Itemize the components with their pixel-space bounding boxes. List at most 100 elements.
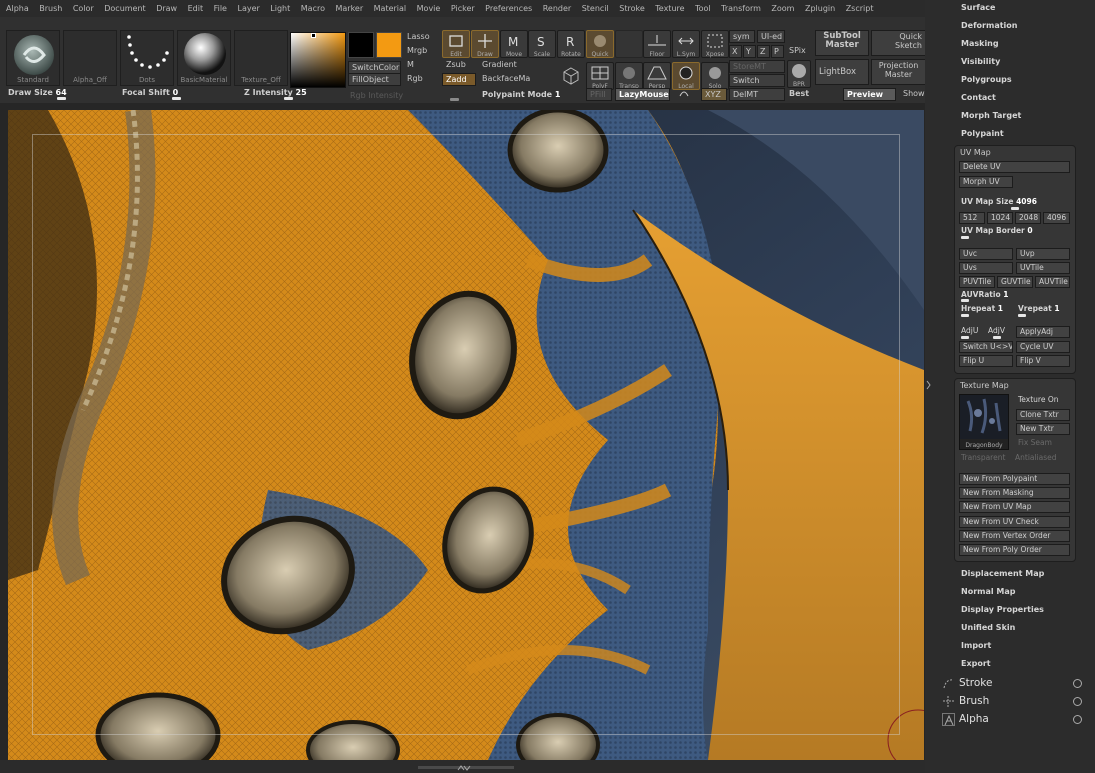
brush-palette-reset-icon[interactable]: [1073, 697, 1082, 706]
edit-mode-button[interactable]: Edit: [442, 30, 470, 58]
z-intensity-slider[interactable]: Z Intensity 25: [244, 88, 307, 97]
hrepeat-knob[interactable]: [961, 314, 969, 317]
flip-v-button[interactable]: Flip V: [1016, 355, 1070, 367]
delete-uv-button[interactable]: Delete UV: [959, 161, 1070, 173]
alpha-palette-title[interactable]: Alpha: [959, 713, 989, 725]
puvtile-button[interactable]: PUVTile: [959, 276, 995, 288]
menu-edit[interactable]: Edit: [188, 4, 204, 13]
new-txtr-button[interactable]: New Txtr: [1016, 423, 1070, 435]
quick-sketch-button[interactable]: Quick Sketch: [871, 30, 926, 56]
menu-light[interactable]: Light: [270, 4, 290, 13]
perspective-button[interactable]: Persp: [643, 62, 671, 90]
show-button[interactable]: Show: [903, 89, 925, 98]
projection-master-button[interactable]: Projection Master: [871, 59, 926, 85]
size-4096-button[interactable]: 4096: [1043, 212, 1070, 224]
menu-zscript[interactable]: Zscript: [846, 4, 874, 13]
draw-size-slider[interactable]: Draw Size 64: [8, 88, 67, 97]
polypaint-mode-slider[interactable]: Polypaint Mode 1: [482, 90, 560, 99]
flip-u-button[interactable]: Flip U: [959, 355, 1013, 367]
uv-map-size-knob[interactable]: [1011, 207, 1019, 210]
stroke-palette-reset-icon[interactable]: [1073, 679, 1082, 688]
polypaint-section[interactable]: Polypaint: [961, 129, 1004, 138]
spix-slider[interactable]: SPix: [789, 46, 806, 55]
normal-map-section[interactable]: Normal Map: [961, 587, 1015, 596]
pfill-button[interactable]: PFill: [586, 88, 612, 101]
menu-material[interactable]: Material: [374, 4, 407, 13]
z-intensity-knob[interactable]: [284, 97, 293, 100]
uv-map-border-slider[interactable]: UV Map Border 0: [961, 226, 1033, 235]
lightbox-button[interactable]: LightBox: [815, 59, 869, 85]
clone-txtr-button[interactable]: Clone Txtr: [1016, 409, 1070, 421]
auvratio-slider[interactable]: AUVRatio 1: [961, 290, 1008, 299]
new-from-vertex-order-button[interactable]: New From Vertex Order: [959, 530, 1070, 542]
vrepeat-slider[interactable]: Vrepeat 1: [1018, 304, 1060, 313]
masking-section[interactable]: Masking: [961, 39, 999, 48]
menu-preferences[interactable]: Preferences: [485, 4, 532, 13]
best-button[interactable]: Best: [789, 89, 809, 98]
gradient-button[interactable]: Gradient: [482, 60, 517, 69]
apply-adj-button[interactable]: ApplyAdj: [1016, 326, 1070, 338]
switch-uv-button[interactable]: Switch U<>V: [959, 341, 1013, 353]
tray-collapse-arrow-icon[interactable]: [925, 378, 932, 392]
menu-draw[interactable]: Draw: [156, 4, 177, 13]
rgb-intensity-knob[interactable]: [450, 98, 459, 101]
menu-brush[interactable]: Brush: [39, 4, 62, 13]
menu-zoom[interactable]: Zoom: [771, 4, 794, 13]
texture-thumbnail[interactable]: Texture_Off: [234, 30, 288, 86]
p-axis-button[interactable]: P: [771, 45, 784, 58]
ui-ed-button[interactable]: UI-ed: [757, 30, 785, 43]
menu-tool[interactable]: Tool: [695, 4, 711, 13]
adju-knob[interactable]: [961, 336, 969, 339]
uv-map-size-slider[interactable]: UV Map Size 4096: [961, 197, 1037, 206]
uvp-button[interactable]: Uvp: [1016, 248, 1070, 260]
uvc-button[interactable]: Uvc: [959, 248, 1013, 260]
z-axis-button[interactable]: Z: [757, 45, 770, 58]
new-from-poly-order-button[interactable]: New From Poly Order: [959, 544, 1070, 556]
new-from-polypaint-button[interactable]: New From Polypaint: [959, 473, 1070, 485]
backface-mask-button[interactable]: BackfaceMa: [482, 74, 530, 83]
size-1024-button[interactable]: 1024: [987, 212, 1013, 224]
sym-button[interactable]: sym: [729, 30, 755, 43]
surface-section[interactable]: Surface: [961, 3, 995, 12]
zsub-button[interactable]: Zsub: [446, 60, 466, 69]
alpha-palette-reset-icon[interactable]: [1073, 715, 1082, 724]
tray-divider[interactable]: [925, 0, 932, 773]
stroke-palette-title[interactable]: Stroke: [959, 677, 992, 689]
color-picker-cursor[interactable]: [311, 33, 316, 38]
auvtile-button[interactable]: AUVTile: [1035, 276, 1070, 288]
export-section[interactable]: Export: [961, 659, 991, 668]
local-symmetry-button[interactable]: L.Sym: [672, 30, 700, 58]
morph-target-section[interactable]: Morph Target: [961, 111, 1021, 120]
floor-button[interactable]: Floor: [643, 30, 671, 58]
scale-mode-button[interactable]: S Scale: [528, 30, 556, 58]
menu-render[interactable]: Render: [543, 4, 571, 13]
adjv-knob[interactable]: [993, 336, 1001, 339]
fix-seam-button[interactable]: Fix Seam: [1018, 438, 1052, 447]
menu-document[interactable]: Document: [104, 4, 145, 13]
store-mt-button[interactable]: StoreMT: [729, 60, 785, 73]
deformation-section[interactable]: Deformation: [961, 21, 1017, 30]
color-picker-square[interactable]: [290, 32, 346, 88]
transparency-button[interactable]: Transp: [615, 62, 643, 90]
guvtile-button[interactable]: GUVTile: [997, 276, 1033, 288]
move-mode-button[interactable]: M Move: [500, 30, 528, 58]
rgb-intensity-slider[interactable]: Rgb Intensity: [350, 91, 403, 100]
y-axis-button[interactable]: Y: [743, 45, 756, 58]
uv-map-border-knob[interactable]: [961, 236, 969, 239]
stroke-thumbnail[interactable]: Dots: [120, 30, 174, 86]
canvas-viewport[interactable]: [8, 110, 924, 760]
menu-alpha[interactable]: Alpha: [6, 4, 29, 13]
uvtile-button[interactable]: UVTile: [1016, 262, 1070, 274]
display-properties-section[interactable]: Display Properties: [961, 605, 1044, 614]
texture-map-title[interactable]: Texture Map: [960, 381, 1009, 390]
quick-button[interactable]: Quick: [586, 30, 614, 58]
alpha-thumbnail[interactable]: Alpha_Off: [63, 30, 117, 86]
morph-uv-button[interactable]: Morph UV: [959, 176, 1013, 188]
collapse-arrows-icon[interactable]: [457, 764, 471, 772]
m-button[interactable]: M: [407, 60, 414, 69]
menu-layer[interactable]: Layer: [237, 4, 259, 13]
brush-thumbnail[interactable]: Standard: [6, 30, 60, 86]
brush-palette-title[interactable]: Brush: [959, 695, 989, 707]
new-from-masking-button[interactable]: New From Masking: [959, 487, 1070, 499]
polyframe-button[interactable]: PolyF: [586, 62, 614, 90]
